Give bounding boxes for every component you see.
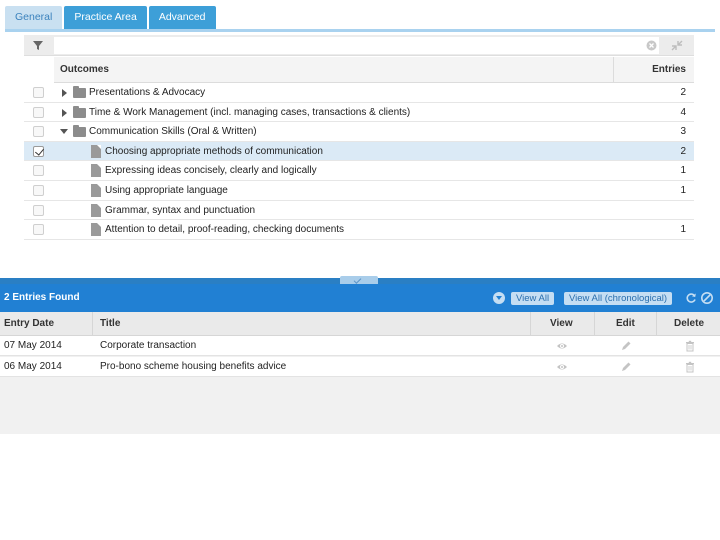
- caret-right-icon[interactable]: [62, 89, 67, 97]
- tree-row[interactable]: Expressing ideas concisely, clearly and …: [24, 161, 694, 181]
- outcomes-browser: General Practice Area Advanced Outcomes …: [0, 0, 720, 540]
- entries-column-header[interactable]: Entries: [614, 57, 686, 83]
- filter-input[interactable]: [54, 37, 659, 54]
- folder-icon: [73, 105, 86, 118]
- entry-date-column-header[interactable]: Entry Date: [4, 312, 54, 336]
- checkbox-column-header: [24, 57, 54, 83]
- tree-row-count: 2: [680, 87, 686, 98]
- tab-underline: [5, 29, 715, 32]
- entry-title-cell[interactable]: Corporate transaction: [100, 336, 196, 356]
- tree-row-count: 2: [680, 145, 686, 157]
- table-row[interactable]: 07 May 2014 Corporate transaction: [0, 336, 720, 356]
- view-all-chronological-button[interactable]: View All (chronological): [564, 292, 673, 305]
- tab-advanced[interactable]: Advanced: [148, 6, 216, 29]
- row-checkbox[interactable]: [33, 165, 44, 177]
- row-checkbox[interactable]: [33, 224, 44, 236]
- tree-rows: Presentations & Advocacy 2 Time & Work Man…: [24, 83, 694, 240]
- delete-column-header: Delete: [674, 318, 705, 329]
- folder-icon: [73, 86, 86, 98]
- tree-header: Outcomes Entries: [24, 57, 694, 83]
- tab-practice-area[interactable]: Practice Area: [64, 6, 147, 29]
- entry-title-cell[interactable]: Pro-bono scheme housing benefits advice: [100, 357, 286, 377]
- close-icon[interactable]: [701, 292, 713, 304]
- caret-right-icon[interactable]: [62, 108, 67, 117]
- tree-row-label: Grammar, syntax and punctuation: [105, 204, 256, 216]
- tree-row-count: 1: [680, 184, 686, 196]
- results-table-header: Entry Date Title View Edit Delete: [0, 312, 720, 336]
- folder-icon: [73, 125, 86, 138]
- tab-strip: General Practice Area Advanced: [5, 6, 216, 29]
- eye-icon[interactable]: [556, 361, 568, 373]
- document-icon: [91, 223, 101, 237]
- tree-row[interactable]: Communication Skills (Oral & Written) 3: [24, 122, 694, 142]
- entry-date-cell: 06 May 2014: [4, 360, 62, 372]
- tab-general[interactable]: General: [5, 6, 63, 29]
- results-table: Entry Date Title View Edit Delete 07 May…: [0, 312, 720, 434]
- tree-row-label: Time & Work Management (incl. managing c…: [89, 106, 411, 118]
- column-divider[interactable]: [530, 312, 531, 336]
- entry-date-cell: 07 May 2014: [4, 340, 62, 351]
- trash-icon[interactable]: [684, 340, 696, 352]
- results-count-title: 2 Entries Found: [4, 292, 80, 303]
- document-icon: [91, 183, 101, 197]
- tree-row[interactable]: Grammar, syntax and punctuation: [24, 201, 694, 221]
- row-checkbox[interactable]: [33, 204, 44, 216]
- results-empty-area: [0, 377, 720, 434]
- document-icon: [91, 144, 101, 158]
- row-checkbox[interactable]: [33, 87, 44, 98]
- collapse-all-icon[interactable]: [670, 39, 684, 52]
- refresh-icon[interactable]: [685, 292, 697, 304]
- outcomes-column-header[interactable]: Outcomes: [60, 57, 109, 83]
- row-checkbox[interactable]: [33, 106, 44, 118]
- outcomes-tree-panel: Outcomes Entries Presentations & Advocac…: [24, 35, 694, 240]
- eye-icon[interactable]: [556, 340, 568, 352]
- tree-row-label: Choosing appropriate methods of communic…: [105, 145, 323, 157]
- pencil-icon[interactable]: [620, 361, 632, 373]
- view-all-button[interactable]: View All: [511, 292, 555, 305]
- tree-row[interactable]: Time & Work Management (incl. managing c…: [24, 103, 694, 123]
- trash-icon[interactable]: [684, 361, 696, 373]
- filter-icon[interactable]: [30, 39, 46, 52]
- filter-bar: [24, 35, 694, 56]
- tree-row-label: Communication Skills (Oral & Written): [89, 126, 257, 138]
- document-icon: [91, 203, 101, 217]
- tree-row-count: 1: [680, 165, 686, 177]
- tree-row[interactable]: Using appropriate language 1: [24, 181, 694, 201]
- table-row[interactable]: 06 May 2014 Pro-bono scheme housing benef…: [0, 356, 720, 377]
- splitter-handle[interactable]: [340, 276, 378, 284]
- tree-row-label: Attention to detail, proof-reading, chec…: [105, 224, 345, 236]
- tree-row[interactable]: Attention to detail, proof-reading, chec…: [24, 220, 694, 240]
- column-divider[interactable]: [594, 312, 595, 336]
- title-column-header[interactable]: Title: [100, 312, 120, 336]
- tree-row-count: 4: [680, 106, 686, 118]
- pencil-icon[interactable]: [620, 340, 632, 352]
- tree-row-label: Using appropriate language: [105, 184, 228, 196]
- tree-row-label: Presentations & Advocacy: [89, 87, 206, 98]
- column-divider[interactable]: [656, 312, 657, 336]
- tree-row-count: 3: [680, 126, 686, 138]
- row-checkbox[interactable]: [33, 184, 44, 196]
- row-checkbox[interactable]: [33, 126, 44, 138]
- row-checkbox[interactable]: [33, 145, 44, 157]
- results-bar: 2 Entries Found View All View All (chron…: [0, 284, 720, 312]
- edit-column-header: Edit: [616, 318, 635, 329]
- view-column-header: View: [550, 318, 573, 329]
- tree-row[interactable]: Presentations & Advocacy 2: [24, 83, 694, 103]
- tree-row-count: 1: [680, 224, 686, 236]
- tree-row-label: Expressing ideas concisely, clearly and …: [105, 165, 317, 177]
- document-icon: [91, 164, 101, 178]
- column-divider[interactable]: [92, 312, 93, 336]
- caret-down-icon[interactable]: [60, 129, 68, 135]
- chevron-down-icon[interactable]: [493, 292, 505, 304]
- clear-icon[interactable]: [646, 40, 657, 51]
- tree-row[interactable]: Choosing appropriate methods of communic…: [24, 141, 694, 162]
